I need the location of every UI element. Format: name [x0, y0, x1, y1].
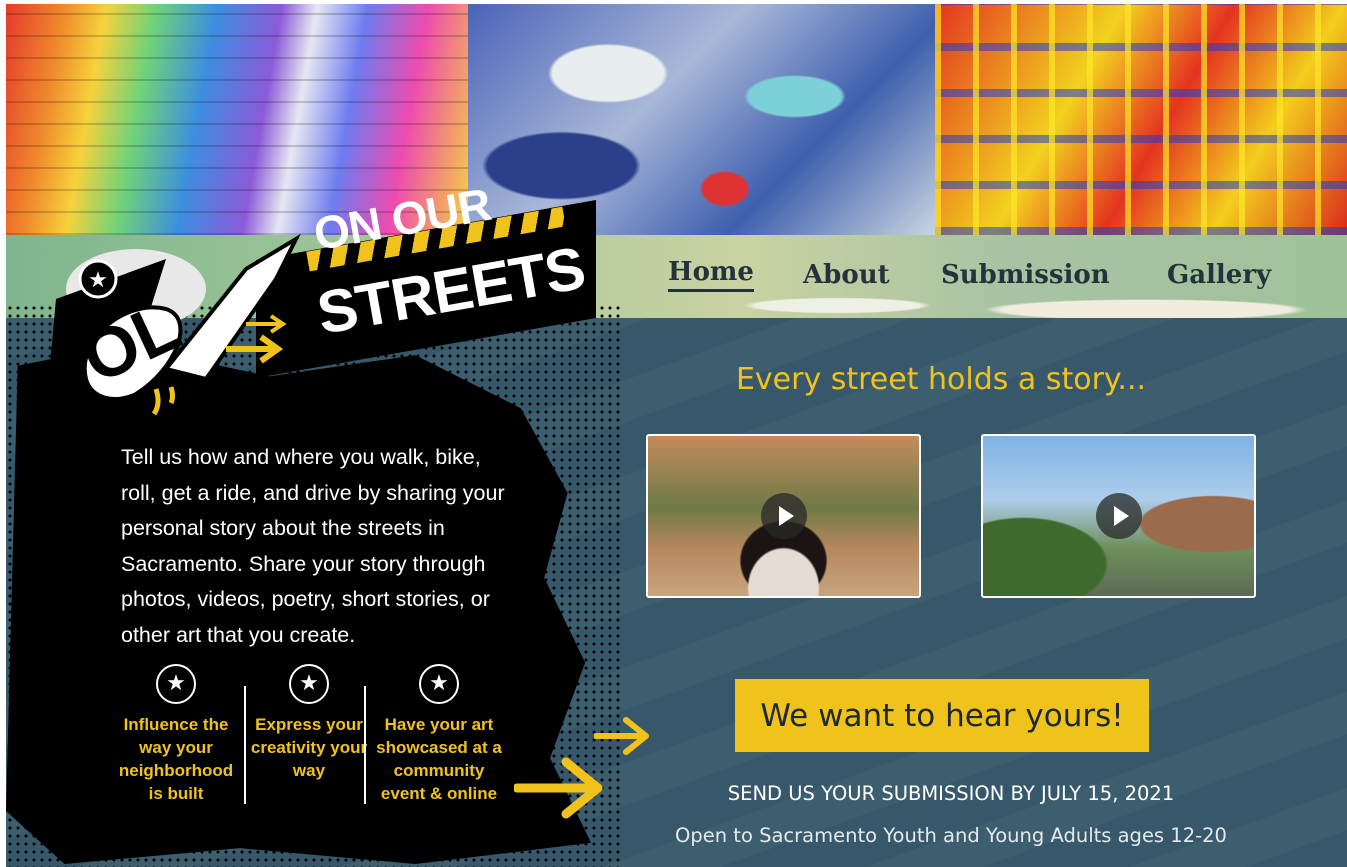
star-icon: ★	[289, 664, 329, 704]
eligibility-text: Open to Sacramento Youth and Young Adult…	[675, 824, 1227, 847]
feature-text: Have your art showcased at a community e…	[376, 715, 502, 803]
video-thumbnail[interactable]	[646, 434, 921, 598]
feature-list: ★ Influence the way your neighborhood is…	[111, 664, 504, 805]
logo-mark[interactable]: ★ OL	[46, 229, 306, 419]
torn-poster-image	[468, 4, 935, 235]
nav-gallery[interactable]: Gallery	[1167, 255, 1271, 295]
feature-item: ★ Have your art showcased at a community…	[374, 664, 504, 805]
feature-text: Express your creativity your way	[250, 715, 368, 780]
intro-text: Tell us how and where you walk, bike, ro…	[121, 445, 505, 647]
paint-strokes-image	[935, 4, 1347, 235]
nav-home[interactable]: Home	[668, 255, 754, 292]
arrow-right-icon	[514, 757, 603, 819]
arrow-right-icon	[594, 717, 649, 755]
divider	[364, 686, 366, 804]
video-thumbnail[interactable]	[981, 434, 1256, 598]
feature-text: Influence the way your neighborhood is b…	[118, 715, 234, 803]
feature-item: ★ Influence the way your neighborhood is…	[111, 664, 241, 805]
deadline-text: SEND US YOUR SUBMISSION BY JULY 15, 2021	[727, 782, 1175, 805]
hear-yours-button[interactable]: We want to hear yours!	[735, 679, 1149, 752]
play-icon[interactable]	[1095, 493, 1142, 539]
feature-item: ★ Express your creativity your way	[244, 664, 374, 782]
nav-submission[interactable]: Submission	[941, 255, 1110, 295]
page: ON OUR STREETS ★ OL Home About Submissio…	[6, 4, 1347, 867]
star-icon: ★	[419, 664, 459, 704]
tagline: Every street holds a story...	[735, 362, 1147, 397]
header-banner	[6, 4, 1347, 235]
star-icon: ★	[156, 664, 196, 704]
nav-about[interactable]: About	[803, 255, 890, 295]
play-icon[interactable]	[760, 493, 807, 539]
svg-text:★: ★	[88, 268, 108, 293]
